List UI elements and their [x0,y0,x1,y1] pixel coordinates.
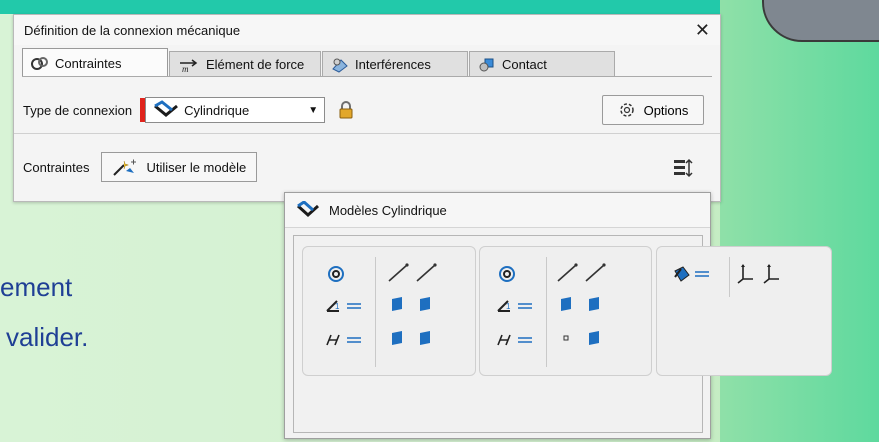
distance-constraint-icon[interactable] [496,331,536,349]
options-label: Options [643,102,689,118]
dialog-title: Définition de la connexion mécanique [24,22,241,38]
tab-element-de-force[interactable]: m Elément de force [169,51,321,77]
face-pair-icon[interactable] [389,329,437,347]
magic-wand-icon [113,159,137,176]
group-divider [375,257,376,367]
background-text-line1: ement [0,272,73,302]
line-pair-icon[interactable] [556,261,608,283]
models-panel: Modèles Cylindrique 1 1 [284,192,832,439]
tab-underline [22,76,712,77]
connection-type-value: Cylindrique [184,102,250,118]
cylindrical-icon [154,100,179,117]
angle-constraint-icon[interactable]: 1 [325,297,365,315]
use-model-label: Utiliser le modèle [146,159,247,175]
constraints-row: Contraintes Utiliser le modèle [23,152,258,182]
constraints-icon [31,57,48,70]
model-group-1[interactable]: 1 [302,246,476,376]
rigid-constraint-icon[interactable] [671,263,711,285]
divider [14,133,720,134]
point-face-icon[interactable] [558,329,606,347]
tab-contact[interactable]: Contact [469,51,615,77]
chevron-down-icon: ▼ [308,104,319,116]
face-pair-icon[interactable] [558,295,606,313]
lock-icon[interactable] [337,101,355,119]
models-panel-titlebar: Modèles Cylindrique [285,193,710,228]
distance-constraint-icon[interactable] [325,331,365,349]
tab-contraintes[interactable]: Contraintes [22,48,168,77]
interference-icon [332,58,348,73]
cylindrical-icon [296,201,320,218]
options-button[interactable]: Options [602,95,704,125]
mechanical-connection-dialog: Définition de la connexion mécanique ✕ C… [13,14,721,202]
gear-icon [619,103,634,117]
group-divider [546,257,547,367]
svg-text:1: 1 [335,302,340,311]
svg-text:m: m [182,64,189,73]
models-panel-title: Modèles Cylindrique [329,202,447,218]
concentric-icon[interactable] [327,265,345,283]
constraints-label: Contraintes [23,159,90,175]
tab-interferences[interactable]: Interférences [322,51,468,77]
dialog-titlebar: Définition de la connexion mécanique ✕ [14,15,720,45]
tab-label: Interférences [355,57,431,72]
background-text-line2: valider. [6,322,89,352]
cad-model-shape [762,0,879,42]
contact-icon [479,58,494,71]
model-group-3[interactable] [656,246,832,376]
tab-bar: Contraintes m Elément de force Interfére… [22,45,720,77]
axis-system-icon[interactable] [735,261,785,285]
svg-text:1: 1 [506,302,511,311]
connection-type-row: Type de connexion Cylindrique ▼ [23,97,355,123]
connection-type-select[interactable]: Cylindrique ▼ [145,97,326,123]
model-group-2[interactable]: 1 [479,246,652,376]
angle-constraint-icon[interactable]: 1 [496,297,536,315]
use-model-button[interactable]: Utiliser le modèle [101,152,258,182]
close-icon[interactable]: ✕ [695,21,710,39]
connection-type-label: Type de connexion [23,102,133,118]
face-pair-icon[interactable] [389,295,437,313]
tab-label: Elément de force [206,57,305,72]
force-icon: m [180,58,198,73]
list-sort-icon[interactable] [673,158,693,178]
group-divider [729,257,730,297]
tab-label: Contraintes [55,55,122,71]
models-grid: 1 1 [293,235,832,433]
concentric-icon[interactable] [498,265,516,283]
line-pair-icon[interactable] [387,261,439,283]
tab-label: Contact [502,57,547,72]
